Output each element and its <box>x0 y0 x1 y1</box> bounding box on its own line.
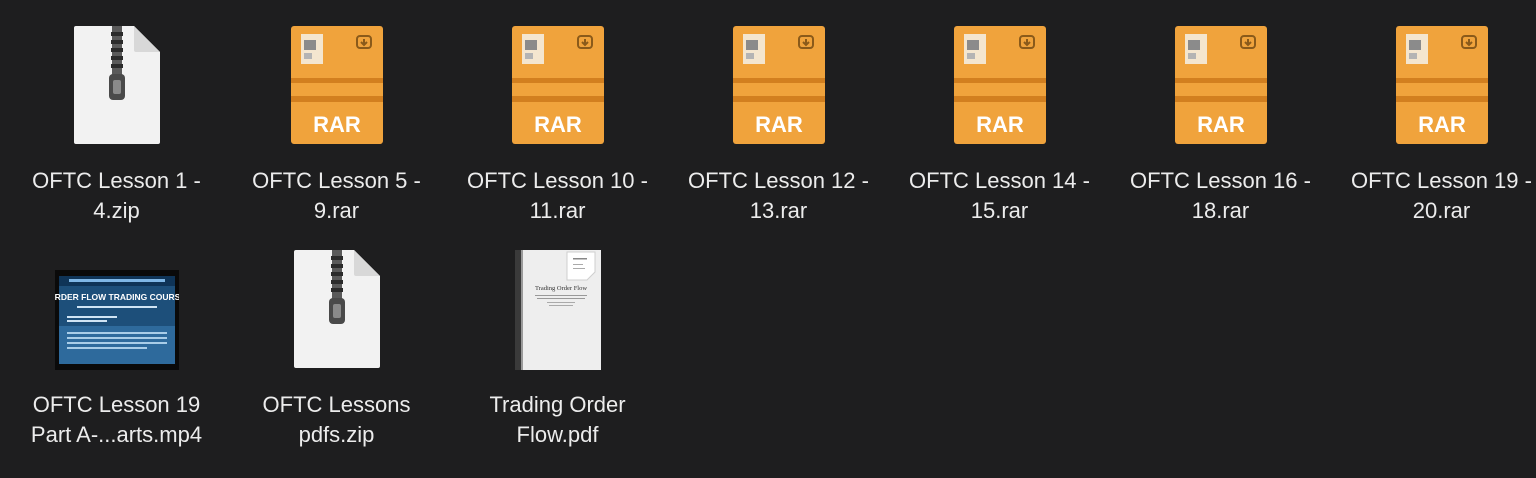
svg-text:RAR: RAR <box>1197 112 1245 137</box>
file-grid: OFTC Lesson 1 - 4.zip RAR OFTC Lesson 5 … <box>0 0 1536 478</box>
file-item[interactable]: RAR OFTC Lesson 5 - 9.rar <box>226 6 447 226</box>
file-item[interactable]: RAR OFTC Lesson 10 - 11.rar <box>447 6 668 226</box>
svg-text:RAR: RAR <box>1418 112 1466 137</box>
file-item[interactable]: Trading Order Flow Trading Order Flow.pd… <box>447 230 668 450</box>
file-item[interactable]: RAR OFTC Lesson 16 - 18.rar <box>1110 6 1331 226</box>
file-item[interactable]: OFTC Lesson 1 - 4.zip <box>6 6 227 226</box>
file-name: OFTC Lesson 14 - 15.rar <box>909 168 1090 223</box>
file-item[interactable]: RAR OFTC Lesson 14 - 15.rar <box>889 6 1110 226</box>
rar-archive-icon: RAR <box>936 20 1064 146</box>
file-name: OFTC Lesson 12 - 13.rar <box>688 168 869 223</box>
file-name: OFTC Lessons pdfs.zip <box>262 392 411 447</box>
rar-archive-icon: RAR <box>1378 20 1506 146</box>
rar-archive-icon: RAR <box>494 20 622 146</box>
svg-text:RAR: RAR <box>755 112 803 137</box>
file-name: OFTC Lesson 5 - 9.rar <box>252 168 421 223</box>
file-name: OFTC Lesson 10 - 11.rar <box>467 168 648 223</box>
rar-archive-icon: RAR <box>1157 20 1285 146</box>
file-name: OFTC Lesson 19 - 20.rar <box>1351 168 1532 223</box>
svg-text:RAR: RAR <box>313 112 361 137</box>
pdf-document-icon: Trading Order Flow <box>494 244 622 370</box>
file-item[interactable]: OFTC Lessons pdfs.zip <box>226 230 447 450</box>
zip-file-icon <box>273 244 401 370</box>
file-name: Trading Order Flow.pdf <box>489 392 626 447</box>
video-thumb-title: ORDER FLOW TRADING COURSE <box>55 292 179 302</box>
zip-file-icon <box>53 20 181 146</box>
file-item[interactable]: RAR OFTC Lesson 19 - 20.rar <box>1331 6 1536 226</box>
file-item[interactable]: RAR OFTC Lesson 12 - 13.rar <box>668 6 889 226</box>
file-name: OFTC Lesson 19 Part A-...arts.mp4 <box>30 392 203 447</box>
svg-text:RAR: RAR <box>534 112 582 137</box>
rar-archive-icon: RAR <box>715 20 843 146</box>
pdf-thumb-title: Trading Order Flow <box>534 285 586 292</box>
svg-text:RAR: RAR <box>976 112 1024 137</box>
video-thumbnail-icon: ORDER FLOW TRADING COURSE <box>53 244 181 370</box>
file-name: OFTC Lesson 1 - 4.zip <box>32 168 201 223</box>
rar-archive-icon: RAR <box>273 20 401 146</box>
file-name: OFTC Lesson 16 - 18.rar <box>1130 168 1311 223</box>
file-item[interactable]: ORDER FLOW TRADING COURSE OFTC Lesson 19… <box>6 230 227 450</box>
